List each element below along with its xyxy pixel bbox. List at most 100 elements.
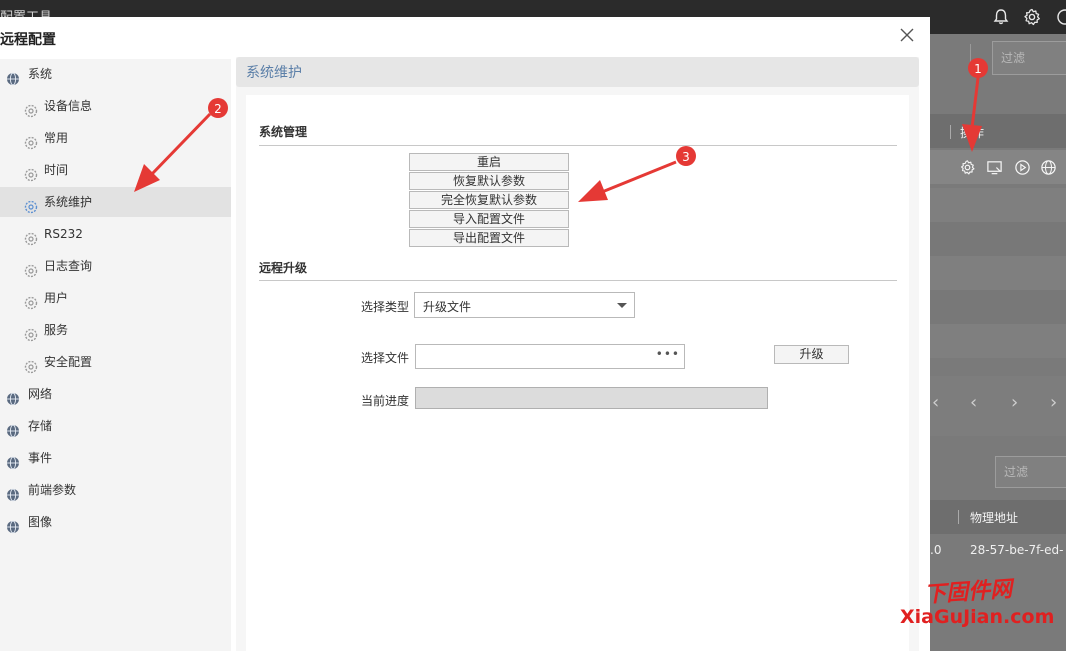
- system-management-title: 系统管理: [259, 125, 308, 139]
- pagination-bar: ‹ ‹ › ›: [930, 376, 1066, 436]
- close-icon[interactable]: [898, 26, 916, 44]
- remote-upgrade-title: 远程升级: [259, 261, 308, 275]
- sidebar-item-system-maintenance[interactable]: 系统维护: [0, 187, 231, 217]
- select-file-label: 选择文件: [361, 351, 410, 365]
- select-type-label: 选择类型: [361, 300, 410, 314]
- sidebar-item-network[interactable]: 网络: [0, 379, 231, 409]
- sidebar-item-label: 前端参数: [28, 483, 77, 497]
- sidebar: 系统 设备信息 常用 时间 系统维护 RS232 日志查询 用户 服务 安全配置…: [0, 59, 231, 651]
- operate-column-header: 操作: [930, 114, 1066, 148]
- globe-icon: [6, 483, 20, 502]
- sidebar-item-service[interactable]: 服务: [0, 315, 231, 345]
- sidebar-item-user[interactable]: 用户: [0, 283, 231, 313]
- operate-column-label: 操作: [960, 126, 985, 140]
- remote-config-icon[interactable]: [959, 159, 976, 176]
- sidebar-item-rs232[interactable]: RS232: [0, 219, 231, 249]
- sidebar-item-label: 安全配置: [44, 355, 93, 369]
- gear-icon: [24, 291, 38, 310]
- sidebar-item-security[interactable]: 安全配置: [0, 347, 231, 377]
- progress-label: 当前进度: [361, 394, 410, 408]
- sidebar-item-label: 服务: [44, 323, 69, 337]
- ip-cell: .0: [930, 543, 942, 557]
- upgrade-progress-bar: [415, 387, 768, 409]
- upgrade-type-value: 升级文件: [423, 300, 472, 314]
- sidebar-item-time[interactable]: 时间: [0, 155, 231, 185]
- first-page-icon[interactable]: ‹: [932, 392, 939, 413]
- play-icon[interactable]: [1014, 159, 1031, 176]
- globe-icon[interactable]: [1040, 159, 1057, 176]
- sidebar-item-log-query[interactable]: 日志查询: [0, 251, 231, 281]
- gear-icon: [24, 195, 38, 214]
- table-row[interactable]: [930, 150, 1066, 184]
- watermark-url: XiaGuJian.com: [900, 606, 1055, 628]
- sidebar-item-frontend-params[interactable]: 前端参数: [0, 475, 231, 505]
- bell-icon[interactable]: [992, 8, 1012, 26]
- gear-icon: [24, 131, 38, 150]
- gear-icon: [24, 259, 38, 278]
- content-panel: 系统维护 系统管理 重启 恢复默认参数 完全恢复默认参数 导入配置文件 导出配置…: [236, 57, 919, 651]
- content-body: 系统管理 重启 恢复默认参数 完全恢复默认参数 导入配置文件 导出配置文件 远程…: [246, 95, 909, 651]
- sidebar-item-label: 设备信息: [44, 99, 93, 113]
- sidebar-item-event[interactable]: 事件: [0, 443, 231, 473]
- sidebar-item-general[interactable]: 常用: [0, 123, 231, 153]
- sidebar-item-system[interactable]: 系统: [0, 59, 231, 89]
- gear-icon: [24, 99, 38, 118]
- globe-icon: [6, 451, 20, 470]
- sidebar-item-label: 事件: [28, 451, 53, 465]
- sidebar-item-label: 时间: [44, 163, 69, 177]
- mac-cell: 28-57-be-7f-ed-: [970, 543, 1064, 557]
- sidebar-item-device-info[interactable]: 设备信息: [0, 91, 231, 121]
- sidebar-item-label: 日志查询: [44, 259, 93, 273]
- table-row[interactable]: [930, 324, 1066, 358]
- divider: [958, 510, 959, 524]
- file-path-input[interactable]: •••: [415, 344, 685, 369]
- restore-default-button[interactable]: 恢复默认参数: [409, 172, 569, 190]
- watermark-logo: 下固件网: [923, 576, 1013, 609]
- import-config-button[interactable]: 导入配置文件: [409, 210, 569, 228]
- sidebar-item-image[interactable]: 图像: [0, 507, 231, 537]
- mac-column-header: 物理地址: [930, 500, 1066, 534]
- globe-icon: [6, 387, 20, 406]
- sidebar-item-label: 常用: [44, 131, 69, 145]
- section-divider: [259, 145, 897, 146]
- dialog-title: 远程配置: [0, 32, 56, 48]
- gear-icon: [24, 323, 38, 342]
- filter-input-top[interactable]: 过滤: [992, 41, 1066, 75]
- table-row[interactable]: [930, 290, 1066, 324]
- next-page-icon[interactable]: ›: [1011, 392, 1018, 413]
- table-row[interactable]: [930, 256, 1066, 290]
- sidebar-item-label: 系统维护: [44, 195, 93, 209]
- browse-icon[interactable]: •••: [656, 347, 680, 361]
- last-page-icon[interactable]: ›: [1050, 392, 1057, 413]
- table-row[interactable]: [930, 188, 1066, 222]
- upgrade-button[interactable]: 升级: [774, 345, 849, 364]
- info-icon[interactable]: [1056, 8, 1066, 26]
- export-config-button[interactable]: 导出配置文件: [409, 229, 569, 247]
- device-web-icon[interactable]: [986, 159, 1003, 176]
- filter-input-bottom[interactable]: 过滤: [995, 456, 1066, 488]
- mac-column-label: 物理地址: [970, 511, 1019, 525]
- background-app: 过滤 操作 ‹ ‹ › › 过滤 物理地址 .0 28-57-be-7f-ed-: [930, 34, 1066, 651]
- upgrade-type-select[interactable]: 升级文件: [414, 292, 635, 318]
- gear-icon: [24, 163, 38, 182]
- full-restore-default-button[interactable]: 完全恢复默认参数: [409, 191, 569, 209]
- reboot-button[interactable]: 重启: [409, 153, 569, 171]
- sidebar-item-label: 用户: [44, 291, 69, 305]
- section-divider: [259, 280, 897, 281]
- sidebar-item-label: 存储: [28, 419, 53, 433]
- gear-icon: [24, 355, 38, 374]
- sidebar-item-label: 网络: [28, 387, 53, 401]
- divider: [950, 125, 951, 139]
- sidebar-item-storage[interactable]: 存储: [0, 411, 231, 441]
- content-header: 系统维护: [236, 57, 919, 87]
- remote-config-dialog: 远程配置 系统 设备信息 常用 时间 系统维护 RS232 日志查询 用户 服务…: [0, 17, 930, 651]
- prev-page-icon[interactable]: ‹: [970, 392, 977, 413]
- globe-icon: [6, 67, 20, 86]
- sidebar-item-label: 图像: [28, 515, 53, 529]
- gear-icon[interactable]: [1023, 8, 1043, 26]
- chevron-down-icon: [617, 303, 627, 308]
- sidebar-item-label: 系统: [28, 67, 53, 81]
- table-row[interactable]: [930, 222, 1066, 256]
- globe-icon: [6, 419, 20, 438]
- globe-icon: [6, 515, 20, 534]
